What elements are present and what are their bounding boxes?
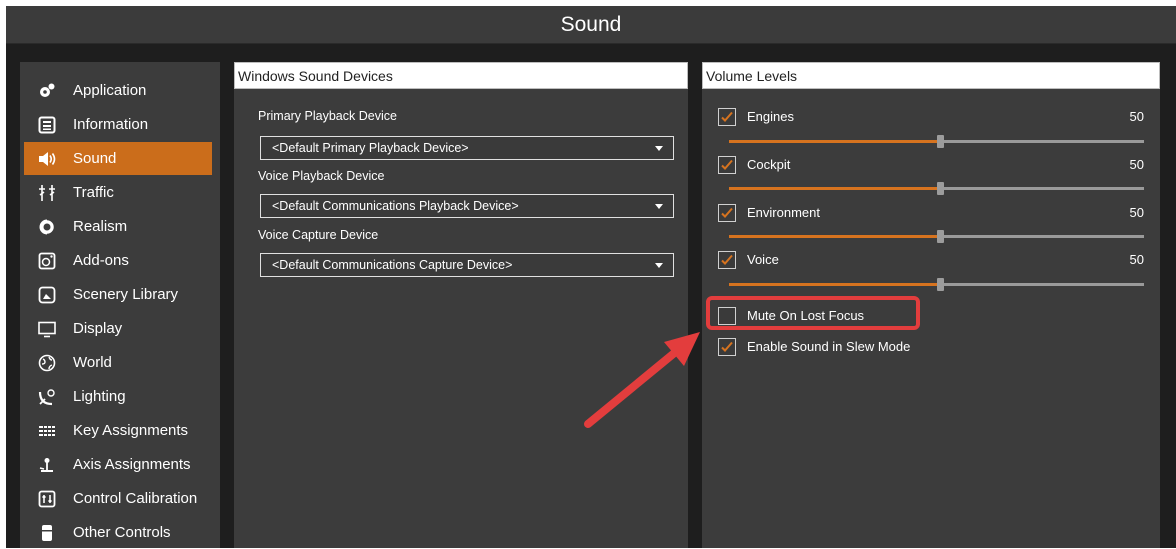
sidebar-item-label: Other Controls xyxy=(73,524,171,541)
sidebar-item-application[interactable]: Application xyxy=(20,74,212,107)
cockpit-slider[interactable] xyxy=(729,182,1144,195)
sidebar-item-addons[interactable]: Add-ons xyxy=(20,244,212,277)
sidebar-item-key-assignments[interactable]: Key Assignments xyxy=(20,414,212,447)
keyboard-icon xyxy=(38,422,56,440)
info-list-icon xyxy=(38,116,56,134)
gears-icon xyxy=(38,82,56,100)
window-title: Sound xyxy=(6,6,1176,44)
voice-label: Voice xyxy=(747,252,779,267)
voice-playback-label: Voice Playback Device xyxy=(258,169,385,183)
sidebar-item-label: World xyxy=(73,354,112,371)
chevron-down-icon xyxy=(655,146,663,151)
slew-mode-checkbox[interactable] xyxy=(718,338,736,356)
voice-value: 50 xyxy=(1129,252,1144,267)
engines-checkbox[interactable] xyxy=(718,108,736,126)
sidebar-item-lighting[interactable]: Lighting xyxy=(20,380,212,413)
voice-capture-value: <Default Communications Capture Device> xyxy=(272,258,513,272)
sidebar-item-label: Information xyxy=(73,116,149,133)
sidebar-item-label: Traffic xyxy=(73,184,114,201)
sidebar-item-information[interactable]: Information xyxy=(20,108,212,141)
voice-playback-value: <Default Communications Playback Device> xyxy=(272,199,519,213)
voice-checkbox[interactable] xyxy=(718,251,736,269)
primary-playback-select[interactable]: <Default Primary Playback Device> xyxy=(260,136,674,160)
sidebar-item-control-calibration[interactable]: Control Calibration xyxy=(20,482,212,515)
sidebar-item-other-controls[interactable]: Other Controls xyxy=(20,516,212,549)
sidebar-item-label: Add-ons xyxy=(73,252,129,269)
annotation-highlight-box xyxy=(706,296,920,330)
realism-icon xyxy=(38,218,56,236)
globe-icon xyxy=(38,354,56,372)
checkmark-icon xyxy=(721,341,733,352)
cockpit-checkbox[interactable] xyxy=(718,156,736,174)
sidebar-item-sound[interactable]: Sound xyxy=(24,142,212,175)
slider-thumb[interactable] xyxy=(937,182,944,195)
speaker-icon xyxy=(38,150,56,168)
sidebar-item-label: Realism xyxy=(73,218,128,235)
engines-volume-row: Engines 50 xyxy=(718,107,1144,131)
engines-value: 50 xyxy=(1129,109,1144,124)
voice-volume-row: Voice 50 xyxy=(718,250,1144,274)
slew-mode-label: Enable Sound in Slew Mode xyxy=(747,339,911,354)
annotation-arrow-icon xyxy=(584,332,700,428)
sidebar-item-world[interactable]: World xyxy=(20,346,212,379)
sidebar-item-label: Display xyxy=(73,320,123,337)
chevron-down-icon xyxy=(655,263,663,268)
cockpit-value: 50 xyxy=(1129,157,1144,172)
sound-devices-panel: Windows Sound Devices Primary Playback D… xyxy=(234,62,688,548)
sidebar-item-label: Sound xyxy=(73,150,117,167)
volume-levels-header: Volume Levels xyxy=(702,62,1160,89)
scenery-icon xyxy=(38,286,56,304)
lighting-icon xyxy=(38,388,56,406)
engines-label: Engines xyxy=(747,109,794,124)
environment-volume-row: Environment 50 xyxy=(718,203,1144,227)
slider-thumb[interactable] xyxy=(937,135,944,148)
primary-playback-value: <Default Primary Playback Device> xyxy=(272,141,469,155)
sidebar-item-traffic[interactable]: Traffic xyxy=(20,176,212,209)
sidebar-item-display[interactable]: Display xyxy=(20,312,212,345)
addons-icon xyxy=(38,252,56,270)
voice-capture-select[interactable]: <Default Communications Capture Device> xyxy=(260,253,674,277)
sidebar-item-label: Axis Assignments xyxy=(73,456,191,473)
cockpit-label: Cockpit xyxy=(747,157,791,172)
traffic-icon xyxy=(38,184,56,202)
checkmark-icon xyxy=(721,159,733,170)
voice-playback-select[interactable]: <Default Communications Playback Device> xyxy=(260,194,674,218)
calibration-icon xyxy=(38,490,56,508)
cockpit-volume-row: Cockpit 50 xyxy=(718,155,1144,179)
environment-checkbox[interactable] xyxy=(718,204,736,222)
monitor-icon xyxy=(38,320,56,338)
sidebar-item-label: Application xyxy=(73,82,147,99)
sidebar-item-label: Key Assignments xyxy=(73,422,189,439)
engines-slider[interactable] xyxy=(729,135,1144,148)
voice-slider[interactable] xyxy=(729,278,1144,291)
sidebar-item-axis-assignments[interactable]: Axis Assignments xyxy=(20,448,212,481)
slider-thumb[interactable] xyxy=(937,278,944,291)
sound-devices-header: Windows Sound Devices xyxy=(234,62,688,89)
slider-thumb[interactable] xyxy=(937,230,944,243)
sidebar-item-scenery-library[interactable]: Scenery Library xyxy=(20,278,212,311)
checkmark-icon xyxy=(721,254,733,265)
checkmark-icon xyxy=(721,207,733,218)
environment-slider[interactable] xyxy=(729,230,1144,243)
environment-label: Environment xyxy=(747,205,820,220)
sidebar-item-label: Scenery Library xyxy=(73,286,179,303)
environment-value: 50 xyxy=(1129,205,1144,220)
controls-icon xyxy=(38,524,56,542)
sidebar-item-realism[interactable]: Realism xyxy=(20,210,212,243)
sidebar-item-label: Lighting xyxy=(73,388,126,405)
voice-capture-label: Voice Capture Device xyxy=(258,228,379,242)
joystick-icon xyxy=(38,456,56,474)
chevron-down-icon xyxy=(655,204,663,209)
primary-playback-label: Primary Playback Device xyxy=(258,109,397,123)
checkmark-icon xyxy=(721,111,733,122)
sidebar-item-label: Control Calibration xyxy=(73,490,198,507)
sidebar: Application Information Sound Traffic Re… xyxy=(20,62,220,548)
